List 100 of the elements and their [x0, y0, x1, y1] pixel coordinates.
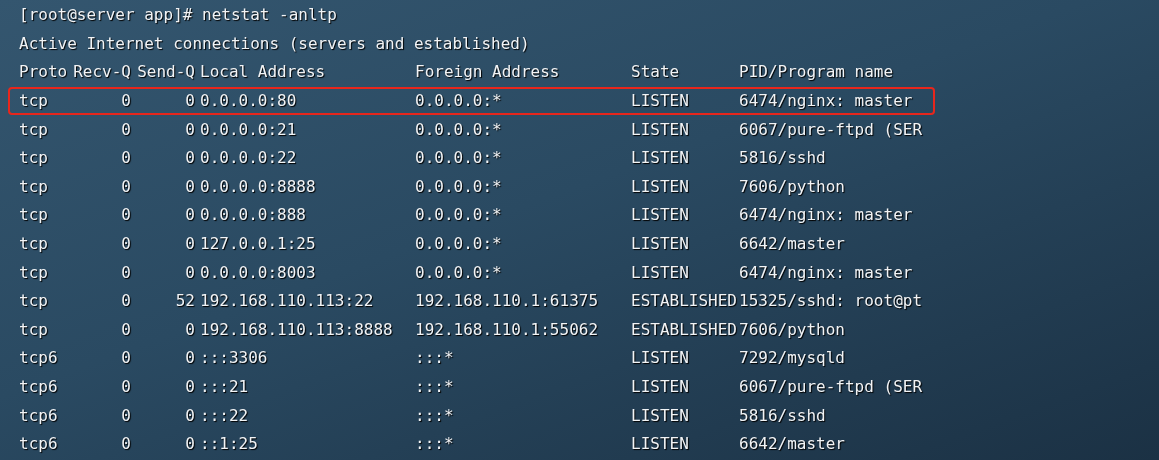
- receive-queue-text: 0: [121, 434, 131, 454]
- local-address-text: 0.0.0.0:21: [200, 119, 297, 139]
- send-queue-text: 0: [185, 405, 195, 425]
- column-header: PID/Program name: [739, 62, 894, 82]
- command-line: [root@server app]# netstat -anltp: [19, 4, 337, 27]
- program-text: 6474/nginx: master: [739, 91, 913, 111]
- receive-queue-text: 0: [121, 176, 131, 196]
- program-text: 7292/mysqld: [739, 348, 845, 368]
- foreign-address-text: :::*: [415, 348, 454, 368]
- column-header: Proto: [19, 62, 68, 82]
- state-text: ESTABLISHED: [631, 319, 737, 339]
- program-text: 6067/pure-ftpd (SER: [739, 119, 923, 139]
- foreign-address-text: 0.0.0.0:*: [415, 148, 502, 168]
- local-address-text: :::3306: [200, 348, 268, 368]
- protocol-text: tcp: [19, 205, 48, 225]
- foreign-address-text: 0.0.0.0:*: [415, 205, 502, 225]
- state-text: LISTEN: [631, 205, 689, 225]
- state-text: LISTEN: [631, 148, 689, 168]
- state-text: LISTEN: [631, 119, 689, 139]
- column-header: Send-Q: [137, 62, 195, 82]
- protocol-text: tcp: [19, 291, 48, 311]
- local-address-text: :::22: [200, 405, 249, 425]
- program-text: 7606/python: [739, 319, 845, 339]
- protocol-text: tcp: [19, 319, 48, 339]
- program-text: 7606/python: [739, 176, 845, 196]
- column-header: Local Address: [200, 62, 326, 82]
- receive-queue-text: 0: [121, 348, 131, 368]
- state-text: LISTEN: [631, 434, 689, 454]
- receive-queue-text: 0: [121, 405, 131, 425]
- state-text: LISTEN: [631, 405, 689, 425]
- local-address-text: ::1:25: [200, 434, 258, 454]
- protocol-text: tcp: [19, 234, 48, 254]
- send-queue-text: 0: [185, 205, 195, 225]
- foreign-address-text: 192.168.110.1:61375: [415, 291, 599, 311]
- foreign-address-text: :::*: [415, 434, 454, 454]
- receive-queue-text: 0: [121, 377, 131, 396]
- send-queue-text: 0: [185, 377, 195, 396]
- send-queue-text: 0: [185, 119, 195, 139]
- protocol-text: tcp6: [19, 377, 58, 396]
- state-text: LISTEN: [631, 91, 689, 111]
- send-queue-text: 0: [185, 91, 195, 111]
- foreign-address-text: 0.0.0.0:*: [415, 262, 502, 282]
- foreign-address-text: 0.0.0.0:*: [415, 91, 502, 111]
- protocol-text: tcp: [19, 119, 48, 139]
- protocol-text: tcp: [19, 176, 48, 196]
- receive-queue-text: 0: [121, 291, 131, 311]
- program-text: 15325/sshd: root@pt: [739, 291, 923, 311]
- receive-queue-text: 0: [121, 148, 131, 168]
- state-text: ESTABLISHED: [631, 291, 737, 311]
- receive-queue-text: 0: [121, 262, 131, 282]
- protocol-text: tcp: [19, 91, 48, 111]
- program-text: 6642/master: [739, 234, 845, 254]
- local-address-text: :::21: [200, 377, 249, 396]
- protocol-text: tcp6: [19, 434, 58, 454]
- state-text: LISTEN: [631, 348, 689, 368]
- program-text: 6067/pure-ftpd (SER: [739, 377, 923, 396]
- program-text: 6474/nginx: master: [739, 205, 913, 225]
- local-address-text: 0.0.0.0:8003: [200, 262, 316, 282]
- foreign-address-text: :::*: [415, 405, 454, 425]
- output-heading: Active Internet connections (servers and established): [19, 32, 530, 55]
- program-text: 5816/sshd: [739, 148, 826, 168]
- column-header: State: [631, 62, 680, 82]
- send-queue-text: 0: [185, 148, 195, 168]
- send-queue-text: 0: [185, 319, 195, 339]
- receive-queue-text: 0: [121, 234, 131, 254]
- receive-queue-text: 0: [121, 319, 131, 339]
- foreign-address-text: 0.0.0.0:*: [415, 176, 502, 196]
- protocol-text: tcp6: [19, 405, 58, 425]
- state-text: LISTEN: [631, 234, 689, 254]
- receive-queue-text: 0: [121, 119, 131, 139]
- send-queue-text: 52: [175, 291, 195, 311]
- local-address-text: 192.168.110.113:8888: [200, 319, 393, 339]
- local-address-text: 0.0.0.0:8888: [200, 176, 316, 196]
- foreign-address-text: 192.168.110.1:55062: [415, 319, 599, 339]
- program-text: 6474/nginx: master: [739, 262, 913, 282]
- protocol-text: tcp: [19, 148, 48, 168]
- foreign-address-text: :::*: [415, 377, 454, 396]
- receive-queue-text: 0: [121, 91, 131, 111]
- program-text: 6642/master: [739, 434, 845, 454]
- state-text: LISTEN: [631, 377, 689, 396]
- protocol-text: tcp: [19, 262, 48, 282]
- state-text: LISTEN: [631, 262, 689, 282]
- send-queue-text: 0: [185, 234, 195, 254]
- column-header: Foreign Address: [415, 62, 560, 82]
- state-text: LISTEN: [631, 176, 689, 196]
- protocol-text: tcp6: [19, 348, 58, 368]
- local-address-text: 0.0.0.0:888: [200, 205, 306, 225]
- receive-queue-text: 0: [121, 205, 131, 225]
- local-address-text: 0.0.0.0:22: [200, 148, 297, 168]
- send-queue-text: 0: [185, 176, 195, 196]
- send-queue-text: 0: [185, 262, 195, 282]
- column-header: Recv-Q: [73, 62, 131, 82]
- foreign-address-text: 0.0.0.0:*: [415, 234, 502, 254]
- local-address-text: 0.0.0.0:80: [200, 91, 297, 111]
- local-address-text: 127.0.0.1:25: [200, 234, 316, 254]
- program-text: 5816/sshd: [739, 405, 826, 425]
- foreign-address-text: 0.0.0.0:*: [415, 119, 502, 139]
- local-address-text: 192.168.110.113:22: [200, 291, 374, 311]
- send-queue-text: 0: [185, 348, 195, 368]
- send-queue-text: 0: [185, 434, 195, 454]
